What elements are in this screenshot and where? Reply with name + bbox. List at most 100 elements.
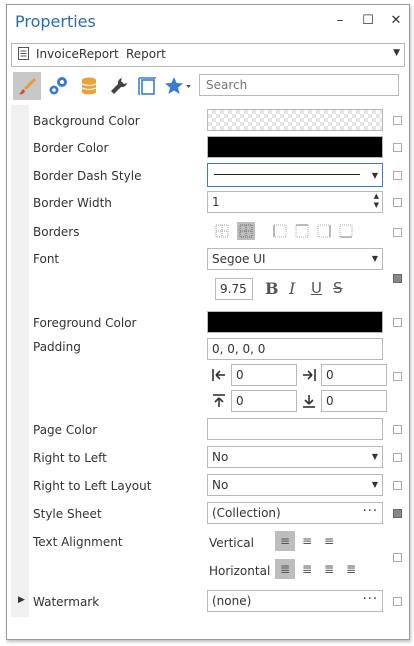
right-to-left-dropdown[interactable]: No ▼ (207, 446, 383, 468)
padding-bottom-field[interactable]: 0 (321, 390, 387, 412)
padding-top-icon (211, 393, 227, 412)
property-label: Watermark (33, 595, 100, 609)
style-sheet-value: (Collection) (212, 506, 281, 520)
align-bottom-button[interactable]: ≡ (319, 531, 339, 551)
row-right-to-left-layout: Right to Left Layout No ▼ (11, 474, 405, 498)
bold-button[interactable]: B (265, 279, 279, 298)
right-to-left-value: No (212, 450, 229, 464)
row-foreground-color: Foreground Color (11, 311, 405, 335)
row-checkbox[interactable] (393, 597, 402, 606)
gears-icon (49, 77, 67, 95)
page-color-editor[interactable] (207, 418, 383, 440)
borders-none-button[interactable] (213, 222, 231, 240)
underline-button[interactable]: U (311, 279, 322, 297)
strikethrough-button[interactable]: S (333, 279, 343, 297)
property-label: Border Color (33, 141, 109, 155)
row-checkbox[interactable] (393, 116, 402, 125)
row-checkbox[interactable] (393, 553, 402, 562)
row-checkbox[interactable] (393, 318, 402, 327)
ellipsis-button[interactable]: ··· (363, 504, 378, 519)
object-selector[interactable]: InvoiceReport Report ▼ (11, 43, 405, 67)
search-input[interactable] (199, 74, 399, 96)
padding-right-value: 0 (326, 368, 334, 382)
chevron-down-icon[interactable]: ▼ (393, 48, 400, 58)
align-justify-icon: ≣ (345, 562, 357, 576)
padding-left-field[interactable]: 0 (231, 364, 297, 386)
panel-title: Properties (15, 12, 96, 31)
padding-top-field[interactable]: 0 (231, 390, 297, 412)
property-label: Right to Left (33, 451, 107, 465)
row-checkbox[interactable] (393, 274, 402, 283)
object-name: InvoiceReport (36, 47, 119, 61)
border-none-icon (215, 224, 229, 238)
row-style-sheet: Style Sheet (Collection) ··· (11, 502, 405, 526)
tab-design[interactable] (105, 72, 133, 100)
tab-favorites[interactable] (161, 72, 195, 100)
row-checkbox[interactable] (393, 509, 402, 518)
border-top-button[interactable] (293, 222, 311, 240)
chevron-down-icon[interactable]: ▼ (372, 254, 378, 263)
watermark-value: (none) (212, 594, 252, 608)
watermark-field[interactable]: (none) ··· (207, 590, 383, 612)
tab-data[interactable] (75, 72, 103, 100)
border-width-spinner[interactable]: 1 ▲ ▼ (207, 191, 383, 213)
star-icon (165, 77, 191, 94)
border-left-button[interactable] (271, 222, 289, 240)
tab-appearance[interactable] (13, 72, 41, 100)
right-to-left-layout-dropdown[interactable]: No ▼ (207, 474, 383, 496)
border-top-icon (295, 224, 309, 238)
row-border-width: Border Width 1 ▲ ▼ (11, 191, 405, 215)
title-bar: Properties – ☐ ✕ (7, 5, 409, 39)
properties-toolbar (11, 71, 403, 101)
expand-arrow-icon[interactable]: ▶ (18, 595, 25, 605)
border-all-icon (239, 224, 253, 238)
align-middle-button[interactable]: ≡ (297, 531, 317, 551)
align-right-icon: ≣ (323, 562, 335, 576)
border-color-editor[interactable] (207, 136, 383, 158)
property-label: Border Width (33, 196, 112, 210)
row-checkbox[interactable] (393, 372, 402, 381)
align-left-button[interactable]: ≣ (275, 559, 295, 579)
maximize-button[interactable]: ☐ (361, 13, 375, 28)
minimize-button[interactable]: – (333, 13, 347, 28)
row-checkbox[interactable] (393, 481, 402, 490)
vertical-alignment-label: Vertical (209, 536, 254, 550)
row-text-alignment: Text Alignment Vertical ≡ ≡ ≡ Horizontal… (11, 530, 405, 584)
border-bottom-button[interactable] (337, 222, 355, 240)
background-color-editor[interactable] (207, 109, 383, 131)
padding-top-value: 0 (236, 394, 244, 408)
ellipsis-button[interactable]: ··· (363, 592, 378, 607)
align-center-button[interactable]: ≣ (297, 559, 317, 579)
foreground-color-editor[interactable] (207, 311, 383, 333)
chevron-down-icon[interactable]: ▼ (372, 452, 378, 461)
row-checkbox[interactable] (393, 453, 402, 462)
tab-layout[interactable] (133, 72, 161, 100)
style-sheet-field[interactable]: (Collection) ··· (207, 502, 383, 524)
font-family-dropdown[interactable]: Segoe UI ▼ (207, 248, 383, 270)
chevron-down-icon[interactable]: ▼ (372, 480, 378, 489)
font-size-value: 9.75 (220, 282, 247, 296)
align-top-button[interactable]: ≡ (275, 531, 295, 551)
border-dash-style-dropdown[interactable]: ▼ (207, 163, 383, 187)
row-checkbox[interactable] (393, 425, 402, 434)
align-right-button[interactable]: ≣ (319, 559, 339, 579)
property-label: Border Dash Style (33, 169, 142, 183)
tab-behavior[interactable] (45, 72, 73, 100)
padding-field[interactable]: 0, 0, 0, 0 (207, 338, 383, 360)
italic-button[interactable]: I (289, 279, 295, 298)
borders-all-button[interactable] (237, 222, 255, 240)
row-checkbox[interactable] (393, 171, 402, 180)
row-checkbox[interactable] (393, 198, 402, 207)
close-button[interactable]: ✕ (389, 13, 403, 28)
brush-icon (19, 78, 36, 95)
padding-right-field[interactable]: 0 (321, 364, 387, 386)
row-checkbox[interactable] (393, 143, 402, 152)
row-checkbox[interactable] (393, 228, 402, 237)
spinner-arrows-icon[interactable]: ▲ ▼ (374, 192, 379, 210)
row-background-color: Background Color (11, 109, 405, 133)
chevron-down-icon[interactable]: ▼ (372, 171, 378, 180)
font-size-field[interactable]: 9.75 (215, 278, 253, 300)
row-right-to-left: Right to Left No ▼ (11, 446, 405, 470)
border-right-button[interactable] (315, 222, 333, 240)
align-justify-button[interactable]: ≣ (341, 559, 361, 579)
